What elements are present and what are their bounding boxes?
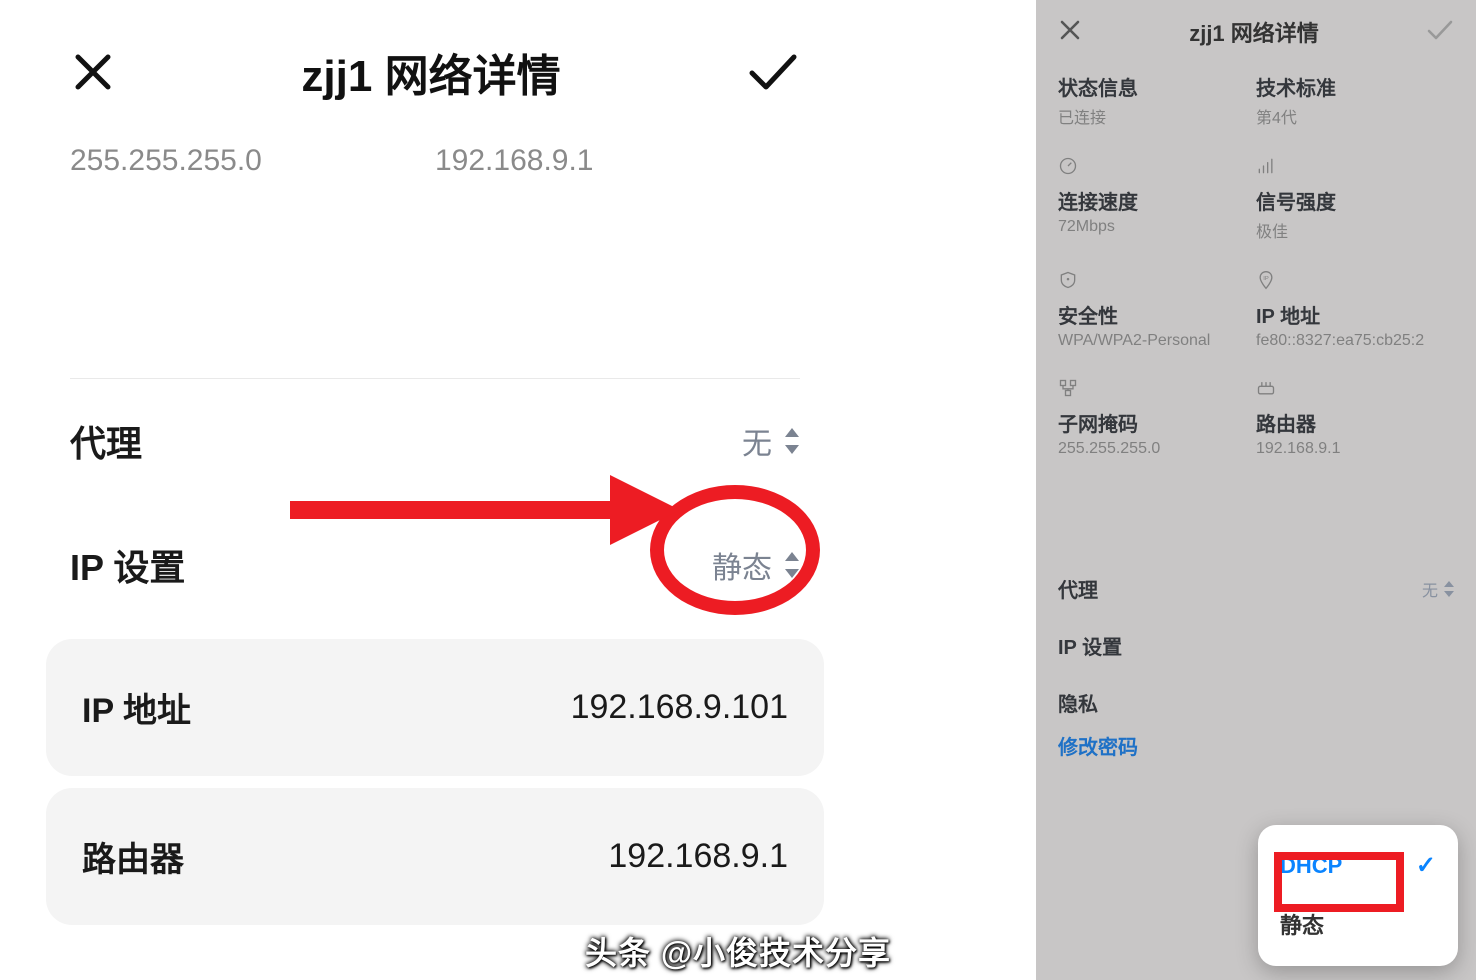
security-label: 安全性: [1058, 300, 1256, 329]
speed-icon: [1058, 156, 1256, 180]
privacy-label: 隐私: [1058, 688, 1098, 717]
signal-icon: [1256, 156, 1454, 180]
ip-settings-row[interactable]: IP 设置 静态: [0, 503, 870, 627]
gateway-value: 192.168.9.1: [435, 144, 800, 178]
signal-value: 极佳: [1256, 218, 1454, 242]
info-row: 安全性 WPA/WPA2-Personal IP IP 地址 fe80::832…: [1036, 264, 1476, 372]
info-row: 连接速度 72Mbps 信号强度 极佳: [1036, 150, 1476, 264]
security-value: WPA/WPA2-Personal: [1058, 332, 1256, 350]
shield-icon: [1058, 270, 1256, 294]
ip-settings-value: 静态: [712, 543, 800, 587]
left-header: zjj1 网络详情: [0, 0, 870, 144]
ip-label: IP 地址: [1256, 300, 1454, 329]
close-icon[interactable]: [70, 49, 116, 95]
proxy-value: 无: [1422, 577, 1454, 601]
proxy-value: 无: [742, 419, 800, 463]
ip-settings-label: IP 设置: [1058, 631, 1122, 660]
ip-address-card[interactable]: IP 地址 192.168.9.101: [46, 639, 824, 776]
subnet-value: 255.255.255.0: [1058, 440, 1256, 458]
info-row: 状态信息 已连接 技术标准 第4代: [1036, 66, 1476, 150]
signal-label: 信号强度: [1256, 186, 1454, 215]
tech-standard-value: 第4代: [1256, 104, 1454, 128]
confirm-icon[interactable]: [746, 49, 800, 95]
ip-address-label: IP 地址: [82, 683, 191, 732]
ip-address-value: 192.168.9.101: [571, 688, 788, 727]
proxy-label: 代理: [70, 415, 142, 467]
right-screen: zjj1 网络详情 状态信息 已连接 技术标准 第4代 连接速度 72Mbps: [1036, 0, 1476, 980]
close-icon[interactable]: [1058, 18, 1082, 47]
popup-option-static[interactable]: 静态: [1258, 894, 1458, 954]
confirm-icon[interactable]: [1426, 18, 1454, 47]
subnet-label: 子网掩码: [1058, 408, 1256, 437]
ip-pin-icon: IP: [1256, 270, 1454, 294]
tech-standard-label: 技术标准: [1256, 72, 1454, 101]
change-password-link[interactable]: 修改密码: [1036, 731, 1476, 770]
ip-value: fe80::8327:ea75:cb25:2: [1256, 332, 1454, 350]
proxy-row[interactable]: 代理 无: [1036, 560, 1476, 617]
page-title: zjj1 网络详情: [116, 40, 746, 104]
right-header: zjj1 网络详情: [1036, 0, 1476, 66]
select-indicator-icon: [782, 428, 800, 454]
link-speed-label: 连接速度: [1058, 186, 1256, 215]
router-value: 192.168.9.1: [608, 837, 788, 876]
left-screen: zjj1 网络详情 255.255.255.0 192.168.9.1 代理 无…: [0, 0, 870, 980]
network-icon: [1058, 378, 1256, 402]
privacy-row[interactable]: 隐私: [1036, 674, 1476, 731]
status-label: 状态信息: [1058, 72, 1256, 101]
ip-settings-row[interactable]: IP 设置: [1036, 617, 1476, 674]
proxy-setting-row[interactable]: 代理 无: [0, 379, 870, 503]
svg-text:IP: IP: [1263, 276, 1269, 282]
link-speed-value: 72Mbps: [1058, 218, 1256, 236]
ip-settings-popup: DHCP ✓ 静态: [1258, 825, 1458, 966]
subnet-gateway-row: 255.255.255.0 192.168.9.1: [0, 144, 870, 218]
router-icon: [1256, 378, 1454, 402]
router-label: 路由器: [82, 832, 184, 881]
subnet-mask-value: 255.255.255.0: [70, 144, 435, 178]
router-card[interactable]: 路由器 192.168.9.1: [46, 788, 824, 925]
select-indicator-icon: [1444, 581, 1454, 597]
check-icon: ✓: [1416, 851, 1436, 880]
page-title: zjj1 网络详情: [1082, 16, 1426, 48]
router-value: 192.168.9.1: [1256, 440, 1454, 458]
select-indicator-icon: [782, 552, 800, 578]
popup-option-dhcp[interactable]: DHCP ✓: [1258, 837, 1458, 894]
ip-settings-label: IP 设置: [70, 539, 185, 591]
router-label: 路由器: [1256, 408, 1454, 437]
proxy-label: 代理: [1058, 574, 1098, 603]
info-row: 子网掩码 255.255.255.0 路由器 192.168.9.1: [1036, 372, 1476, 480]
status-value: 已连接: [1058, 104, 1256, 128]
